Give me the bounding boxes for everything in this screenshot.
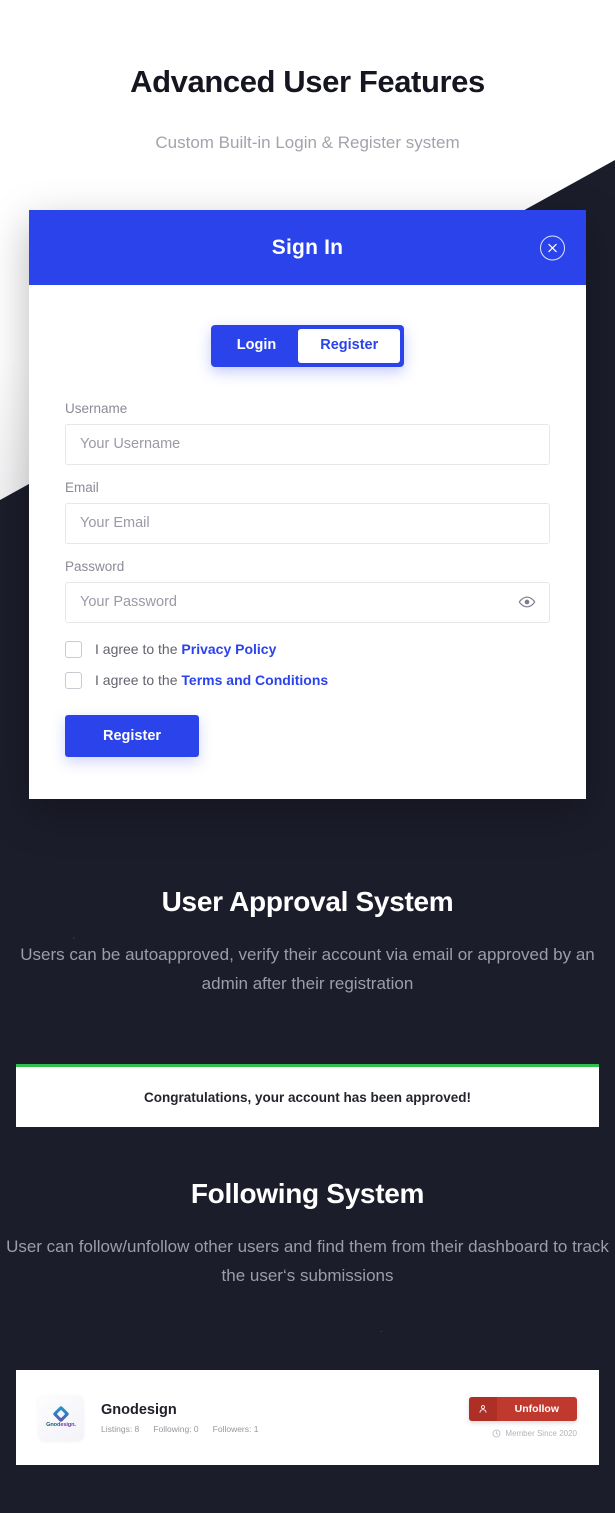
tab-register[interactable]: Register [298,329,401,363]
auth-tabs: Login Register [65,325,550,367]
approval-toast: Congratulations, your account has been a… [16,1064,599,1127]
stat-following: Following: 0 [153,1423,199,1434]
user-minus-icon [468,1397,497,1421]
register-submit-button[interactable]: Register [65,714,200,757]
clock-icon [492,1429,501,1438]
close-icon[interactable] [540,235,565,260]
email-label: Email [65,479,99,495]
member-since-text: Member Since 2020 [505,1429,577,1438]
terms-conditions-prefix: I agree to the [95,672,178,689]
avatar-brand-first: Gno [46,1421,57,1428]
avatar: Gnodesign. [38,1394,84,1441]
profile-stats: Listings: 8 Following: 0 Followers: 1 [101,1424,258,1434]
page-root: Advanced User Features Custom Built-in L… [0,0,615,1513]
username-field-group: Username [65,401,550,465]
unfollow-label: Unfollow [514,1403,559,1415]
approval-section-description: Users can be autoapproved, verify their … [20,945,595,994]
password-input[interactable] [65,581,550,623]
tab-login[interactable]: Login [215,329,298,363]
agreement-checkboxes: I agree to the Privacy Policy I agree to… [65,640,550,689]
privacy-policy-prefix: I agree to the [95,641,178,658]
terms-conditions-row: I agree to the Terms and Conditions [65,671,550,689]
username-label: Username [65,400,128,416]
email-field-group: Email [65,480,550,544]
following-section-title: Following System [190,1178,425,1209]
user-approval-section: User Approval System Users can be autoap… [0,886,615,998]
page-title: Advanced User Features [130,64,485,99]
approval-toast-text: Congratulations, your account has been a… [143,1089,472,1105]
gnodesign-logo-icon [52,1405,70,1422]
password-label: Password [65,558,125,574]
profile-actions: Unfollow Member Since 2020 [468,1397,577,1438]
page-subtitle: Custom Built-in Login & Register system [155,133,460,152]
password-field-group: Password [65,559,550,623]
terms-conditions-link[interactable]: Terms and Conditions [181,672,328,688]
profile-meta: Gnodesign Listings: 8 Following: 0 Follo… [101,1402,258,1434]
stat-followers: Followers: 1 [212,1423,259,1434]
privacy-policy-checkbox[interactable] [65,640,82,658]
modal-body: Login Register Username Email Password [29,285,586,799]
privacy-policy-link[interactable]: Privacy Policy [181,641,276,657]
sign-in-modal: Sign In Login Register Username Your Use… [29,210,586,799]
modal-title: Sign In [271,235,344,259]
terms-conditions-checkbox[interactable] [65,671,82,689]
avatar-brand-second: design. [57,1421,76,1428]
unfollow-button[interactable]: Unfollow [468,1397,577,1421]
stat-listings: Listings: 8 [101,1423,140,1434]
profile-name: Gnodesign [101,1401,177,1418]
privacy-policy-row: I agree to the Privacy Policy [65,640,550,658]
username-input[interactable] [65,423,550,465]
eye-icon[interactable] [517,592,537,612]
member-since: Member Since 2020 [469,1429,577,1438]
following-section-description: User can follow/unfollow other users and… [6,1237,609,1286]
user-profile-card: Gnodesign. Gnodesign Listings: 8 Followi… [16,1370,599,1465]
approval-section-title: User Approval System [161,886,454,917]
modal-header: Sign In [29,210,586,285]
email-input[interactable] [65,502,550,544]
following-section: Following System User can follow/unfollo… [0,1178,615,1290]
